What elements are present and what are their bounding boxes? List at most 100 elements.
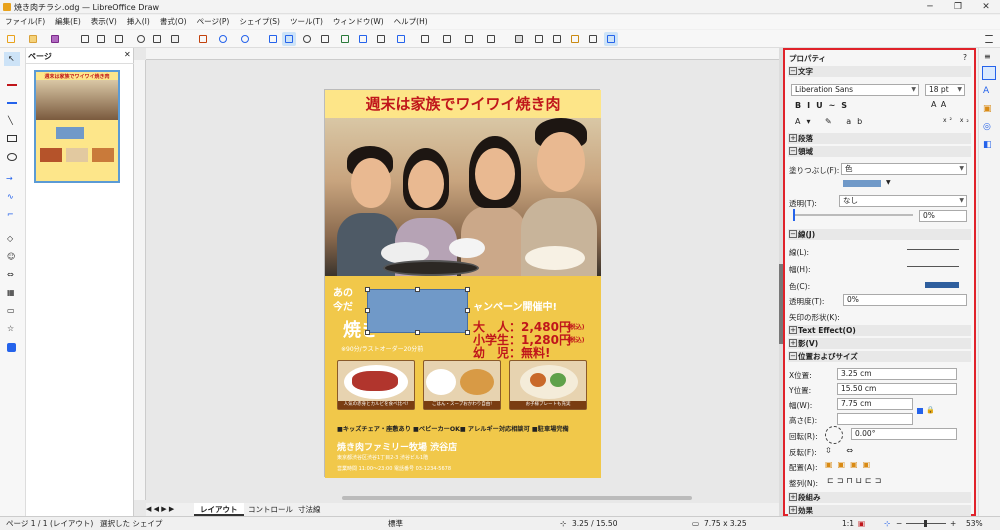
flyer-page[interactable]: 週末は家族でワイワイ焼き肉 あの 今だ ャンペーン開催中! 焼き ※90分/ラス… [324, 89, 601, 478]
new-document-icon[interactable] [4, 32, 18, 46]
resize-handle[interactable] [465, 287, 470, 292]
line-color-swatch[interactable] [925, 282, 959, 288]
resize-handle[interactable] [415, 330, 420, 335]
section-text[interactable]: − 文字 [788, 66, 971, 77]
points-icon[interactable] [568, 32, 582, 46]
keep-ratio-checkbox[interactable] [917, 408, 923, 414]
sidebar-help-icon[interactable]: ? [963, 53, 967, 62]
arrow-tool-icon[interactable]: → [4, 172, 20, 186]
block-arrows-icon[interactable]: ⇔ [4, 268, 20, 282]
tab-layout[interactable]: レイアウト [194, 503, 244, 516]
rectangle-tool-icon[interactable] [4, 132, 20, 146]
glue-points-icon[interactable] [586, 32, 600, 46]
transformations-icon[interactable] [418, 32, 432, 46]
selected-rectangle[interactable] [365, 287, 470, 335]
menu-help[interactable]: ヘルプ(H) [389, 15, 433, 29]
horizontal-scrollbar[interactable] [342, 496, 692, 500]
tab-controls[interactable]: コントロール [242, 503, 299, 516]
superscript-icons[interactable]: x² x₂ [943, 117, 972, 124]
x-position-field[interactable]: 3.25 cm [837, 368, 957, 380]
section-shadow[interactable]: + 影(V) [788, 338, 971, 349]
line-color-icon[interactable] [4, 74, 20, 88]
resize-handle[interactable] [365, 330, 370, 335]
insert-chart-icon[interactable] [356, 32, 370, 46]
width-field[interactable]: 7.75 cm [837, 398, 913, 410]
properties-deck-icon[interactable] [982, 66, 996, 80]
zoom-slider[interactable] [906, 520, 946, 527]
vertical-ruler[interactable] [134, 60, 146, 500]
fontwork-icon[interactable] [394, 32, 408, 46]
tab-dimensions[interactable]: 寸法線 [292, 503, 327, 516]
page-thumbnail[interactable]: 週末は家族でワイワイ焼き肉 [34, 70, 120, 183]
close-button[interactable]: ✕ [972, 0, 1000, 14]
clone-formatting-icon[interactable] [196, 32, 210, 46]
stars-icon[interactable]: ☆ [4, 322, 20, 336]
zoom-pan-icon[interactable] [318, 32, 332, 46]
3d-objects-icon[interactable] [4, 340, 20, 354]
fit-page-icon[interactable]: ⊹ [884, 517, 890, 530]
menu-file[interactable]: ファイル(F) [0, 15, 50, 29]
navigator-deck-icon[interactable]: ◎ [983, 122, 991, 132]
fill-type-select[interactable]: 色 ▼ [841, 163, 967, 175]
font-grow-icons[interactable]: AA [931, 100, 950, 109]
font-name-select[interactable]: Liberation Sans ▼ [791, 84, 919, 96]
save-icon[interactable] [48, 32, 62, 46]
export-icon[interactable] [78, 32, 92, 46]
curve-tool-icon[interactable]: ∿ [4, 190, 20, 204]
filter-icon[interactable] [550, 32, 564, 46]
section-paragraph[interactable]: + 段落 [788, 133, 971, 144]
panel-close-icon[interactable]: ✕ [124, 50, 131, 59]
distribute-icon[interactable] [484, 32, 498, 46]
toolbar-overflow-icon[interactable] [982, 32, 996, 46]
zoom-out-icon[interactable]: − [896, 517, 902, 530]
connector-tool-icon[interactable]: ⌐ [4, 208, 20, 222]
select-tool-icon[interactable]: ↖ [4, 52, 20, 66]
export-pdf-icon[interactable] [94, 32, 108, 46]
grid-icon[interactable] [266, 32, 280, 46]
symbol-shapes-icon[interactable]: ☺ [4, 250, 20, 264]
align-objects-icon[interactable] [440, 32, 454, 46]
align-icons[interactable]: ⊏⊐⊓⊔⊏⊐ [827, 476, 884, 485]
section-position-size[interactable]: − 位置およびサイズ [788, 351, 971, 362]
text-format-icons[interactable]: BIU~S [795, 101, 853, 110]
line-transparency-field[interactable]: 0% [843, 294, 967, 306]
maximize-button[interactable]: ❐ [944, 0, 972, 14]
minimize-button[interactable]: ─ [916, 0, 944, 14]
flip-icons[interactable]: ⇳ ⇔ [825, 446, 859, 455]
print-icon[interactable] [112, 32, 126, 46]
transparency-percent[interactable]: 0% [919, 210, 967, 222]
line-style-preview[interactable] [907, 249, 959, 250]
tab-nav-icon[interactable]: ◀ ◀ ▶ ▶ [146, 505, 174, 513]
resize-handle[interactable] [365, 287, 370, 292]
section-text-effect[interactable]: + Text Effect(O) [788, 325, 971, 336]
line-tool-icon[interactable]: ╲ [4, 114, 20, 128]
menu-edit[interactable]: 編集(E) [50, 15, 86, 29]
height-field[interactable] [837, 413, 913, 425]
paste-icon[interactable] [168, 32, 182, 46]
menu-insert[interactable]: 挿入(I) [122, 15, 155, 29]
insert-textbox-icon[interactable] [374, 32, 388, 46]
rotation-dial[interactable] [825, 426, 843, 444]
line-width-preview[interactable] [907, 266, 959, 267]
menu-shape[interactable]: シェイプ(S) [234, 15, 285, 29]
resize-handle[interactable] [365, 308, 370, 313]
transparency-slider[interactable] [793, 209, 913, 221]
menu-view[interactable]: 表示(V) [86, 15, 122, 29]
fill-color-icon[interactable] [4, 92, 20, 106]
fill-color-swatch[interactable] [843, 180, 881, 187]
y-position-field[interactable]: 15.50 cm [837, 383, 957, 395]
helplines-icon[interactable] [282, 32, 296, 46]
section-area[interactable]: − 領域 [788, 146, 971, 157]
font-color-icons[interactable]: A▾ ✎ ab [795, 117, 868, 126]
cut-icon[interactable] [134, 32, 148, 46]
open-icon[interactable] [26, 32, 40, 46]
zoom-icon[interactable] [300, 32, 314, 46]
transparency-select[interactable]: なし ▼ [839, 195, 967, 207]
flowchart-icon[interactable]: ▦ [4, 286, 20, 300]
section-line[interactable]: − 線(J) [788, 229, 971, 240]
toggle-extrusion-icon[interactable] [604, 32, 618, 46]
gallery-deck-icon[interactable]: ▣ [983, 104, 992, 114]
menu-window[interactable]: ウィンドウ(W) [328, 15, 389, 29]
deck-menu-icon[interactable]: ≡ [984, 52, 991, 61]
shapes-deck-icon[interactable]: ◧ [983, 140, 992, 150]
